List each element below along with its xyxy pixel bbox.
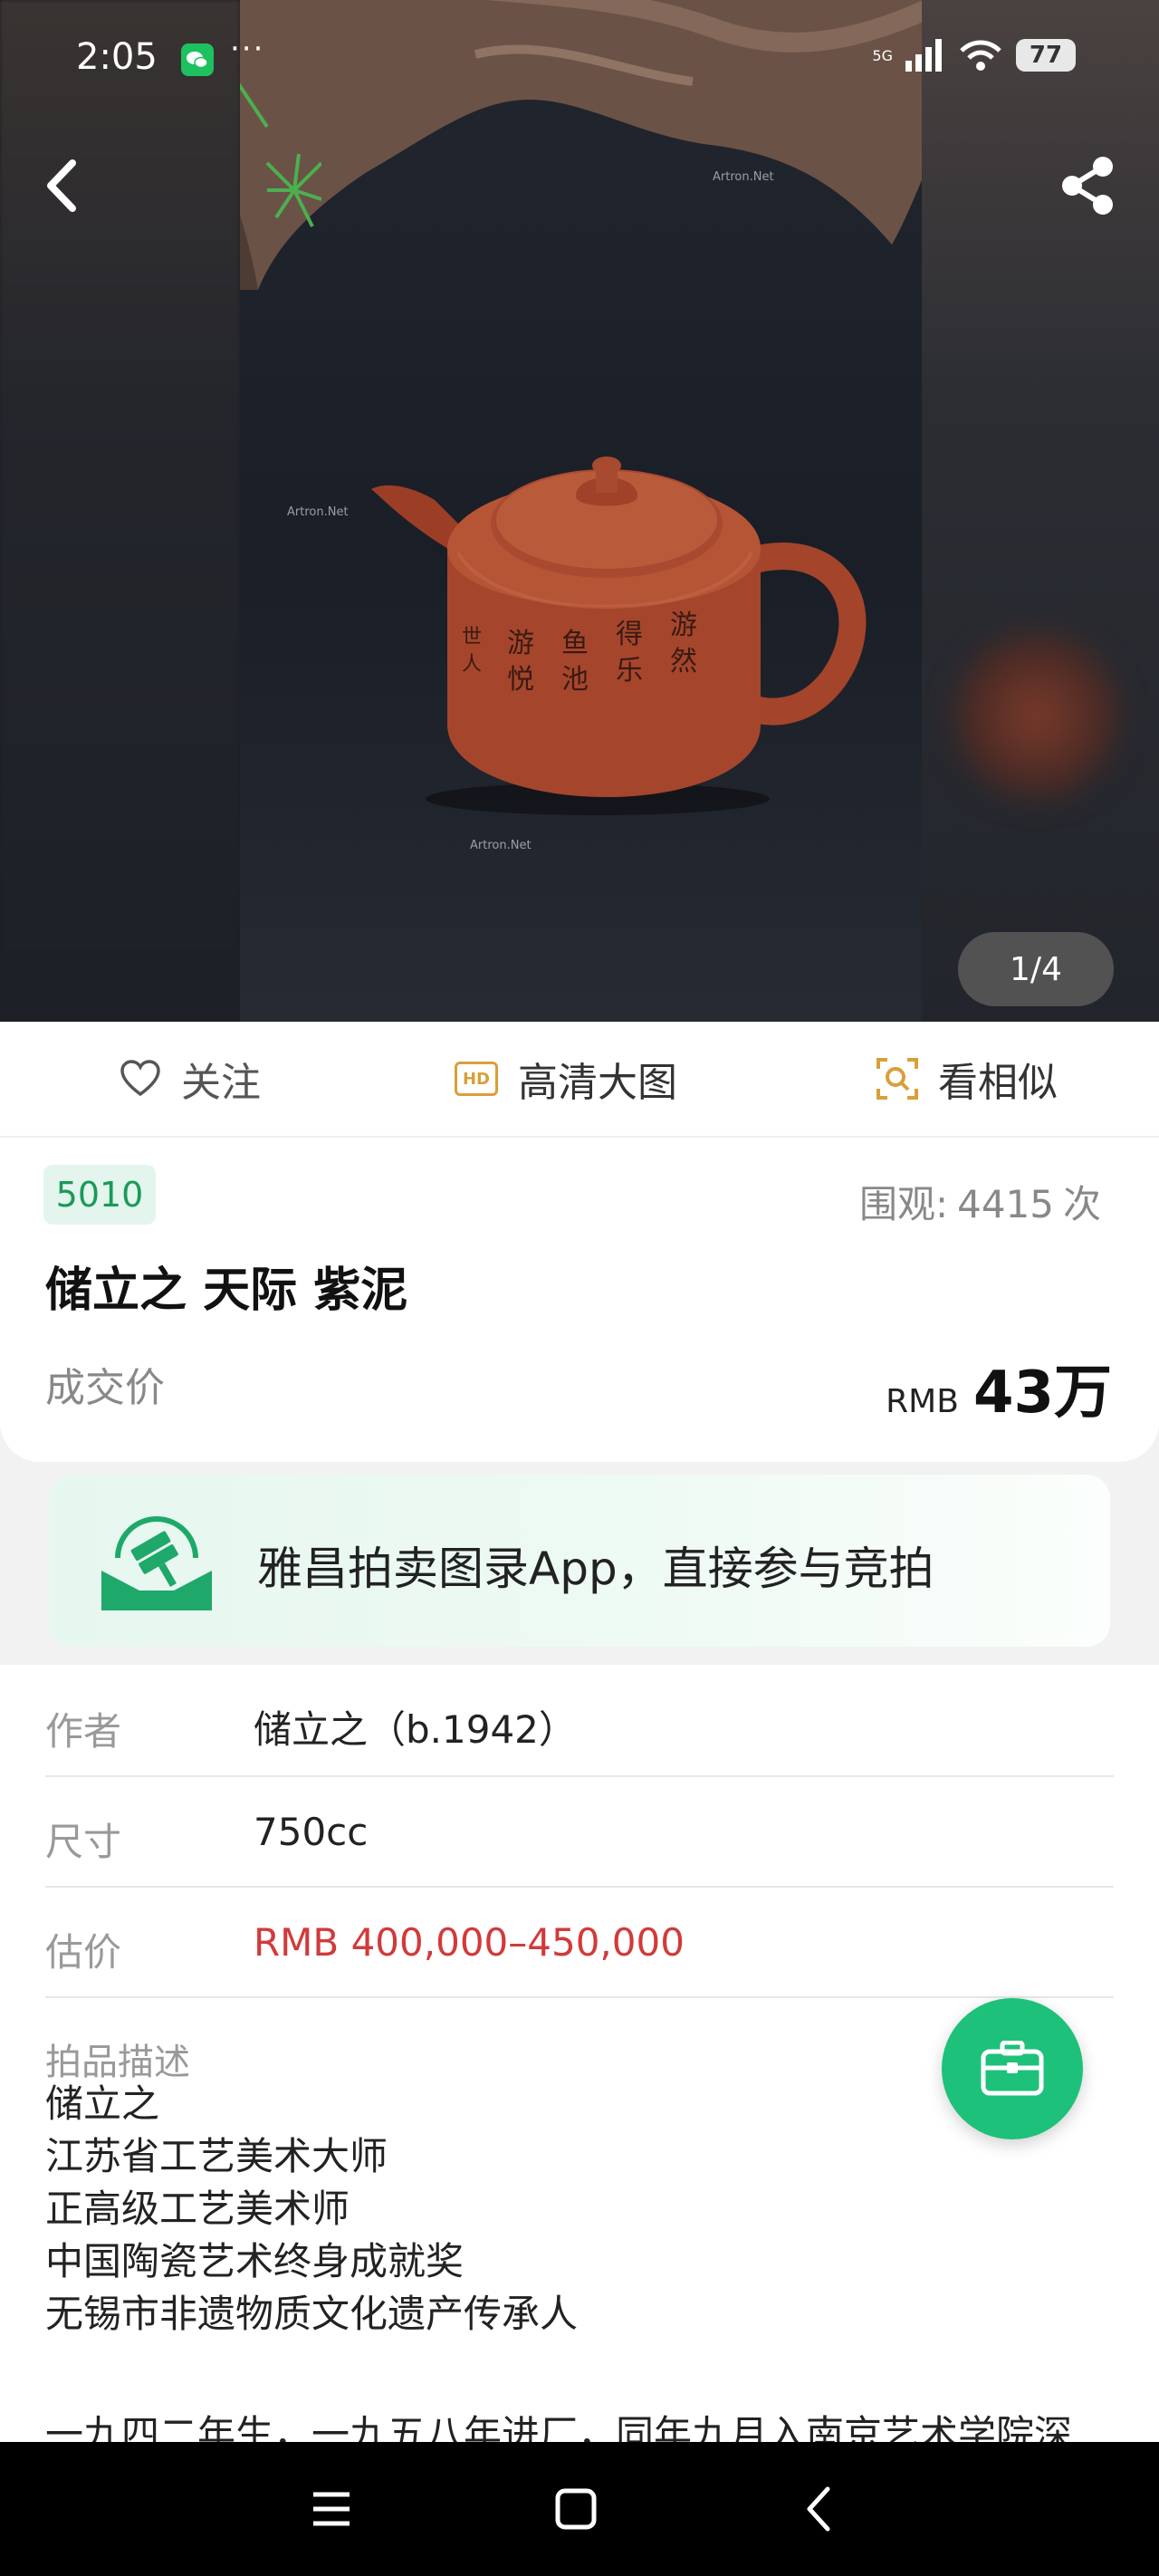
estimate-row: 估价 RMB 400,000–450,000 <box>45 1886 1114 1998</box>
size-row: 尺寸 750cc <box>45 1775 1114 1888</box>
wechat-icon <box>181 43 214 76</box>
menu-icon[interactable] <box>304 2482 359 2536</box>
follow-button[interactable]: 关注 <box>120 1022 261 1136</box>
heart-icon <box>120 1060 160 1097</box>
description-line: 中国陶瓷艺术终身成就奖 <box>45 2239 465 2283</box>
price-currency: RMB <box>886 1383 959 1420</box>
network-type: 5G <box>872 46 893 64</box>
watermark: Artron.Net <box>470 839 532 852</box>
teapot-illustration: 游悦 鱼池 得乐 游然 世人 <box>371 457 867 815</box>
app-promo-banner[interactable]: 雅昌拍卖图录App，直接参与竞拍 <box>49 1475 1110 1647</box>
back-arrow-icon[interactable] <box>36 154 91 217</box>
size-label: 尺寸 <box>45 1820 122 1864</box>
estimate-value: RMB 400,000–450,000 <box>254 1920 685 1965</box>
more-notifications-icon: ··· <box>230 31 265 67</box>
gallery-next-image-preview <box>922 0 1159 1022</box>
views-label: 围观: <box>858 1182 949 1226</box>
briefcase-icon <box>981 2041 1044 2096</box>
svg-text:池: 池 <box>561 664 589 696</box>
status-bar: 2:05 ··· 5G 77 <box>0 0 1159 109</box>
find-similar-button[interactable]: 看相似 <box>876 1022 1058 1136</box>
svg-text:悦: 悦 <box>507 664 534 696</box>
svg-text:得: 得 <box>616 619 643 650</box>
svg-text:然: 然 <box>670 646 697 678</box>
hd-icon: HD <box>455 1062 498 1096</box>
share-icon[interactable] <box>1056 154 1119 217</box>
similar-label: 看相似 <box>938 1060 1058 1106</box>
home-icon[interactable] <box>549 2482 603 2536</box>
lot-info-card: 5010 围观: 4415 次 储立之 天际 紫泥 成交价 RMB 43万 <box>0 1138 1159 1462</box>
system-navigation-bar <box>0 2442 1159 2576</box>
views-count: 4415 <box>957 1182 1054 1226</box>
wifi-icon <box>960 40 1001 71</box>
description-line: 江苏省工艺美术大师 <box>45 2134 388 2178</box>
svg-text:人: 人 <box>462 653 482 676</box>
action-bar: 关注 HD 高清大图 看相似 <box>0 1022 1159 1138</box>
svg-text:乐: 乐 <box>616 655 643 687</box>
gallery-page-counter: 1/4 <box>958 932 1114 1006</box>
author-value[interactable]: 储立之（b.1942） <box>254 1699 577 1754</box>
promo-text: 雅昌拍卖图录App，直接参与竞拍 <box>257 1543 934 1595</box>
hd-image-button[interactable]: HD 高清大图 <box>455 1022 677 1136</box>
views-unit: 次 <box>1062 1182 1101 1226</box>
svg-text:游: 游 <box>670 610 697 641</box>
artron-app-logo <box>101 1516 212 1610</box>
estimate-label: 估价 <box>45 1930 122 1975</box>
size-value: 750cc <box>254 1810 369 1854</box>
status-time: 2:05 <box>76 36 158 78</box>
image-gallery[interactable]: Artron.Net Artron.Net Artron.Net 游悦 鱼池 得… <box>0 0 1159 1022</box>
svg-text:世: 世 <box>462 626 482 649</box>
author-label: 作者 <box>45 1709 122 1754</box>
lot-number-badge: 5010 <box>43 1165 156 1225</box>
briefcase-fab-button[interactable] <box>942 1998 1083 2139</box>
image-search-icon <box>876 1058 918 1100</box>
svg-text:鱼: 鱼 <box>561 628 589 659</box>
hammer-price: RMB 43万 <box>886 1346 1112 1429</box>
back-icon[interactable] <box>793 2482 848 2536</box>
hd-label: 高清大图 <box>518 1060 677 1106</box>
teapot-photo[interactable]: Artron.Net Artron.Net Artron.Net 游悦 鱼池 得… <box>240 0 922 1022</box>
description-line: 无锡市非遗物质文化遗产传承人 <box>45 2292 579 2336</box>
follow-label: 关注 <box>181 1060 261 1106</box>
signal-icon <box>905 39 942 72</box>
description-line: 储立之 <box>45 2081 160 2126</box>
description-line: 正高级工艺美术师 <box>45 2187 350 2231</box>
description-lines: 储立之 江苏省工艺美术大师 正高级工艺美术师 中国陶瓷艺术终身成就奖 无锡市非遗… <box>45 2078 578 2341</box>
author-row: 作者 储立之（b.1942） <box>45 1665 1114 1777</box>
watermark: Artron.Net <box>287 505 349 519</box>
view-count: 围观: 4415 次 <box>850 1174 1101 1229</box>
battery-indicator: 77 <box>1016 39 1076 72</box>
hammer-price-label: 成交价 <box>45 1365 165 1411</box>
price-value: 43万 <box>972 1360 1112 1427</box>
lot-title: 储立之 天际 紫泥 <box>45 1264 408 1318</box>
watermark: Artron.Net <box>713 170 774 184</box>
svg-text:游: 游 <box>507 628 534 659</box>
